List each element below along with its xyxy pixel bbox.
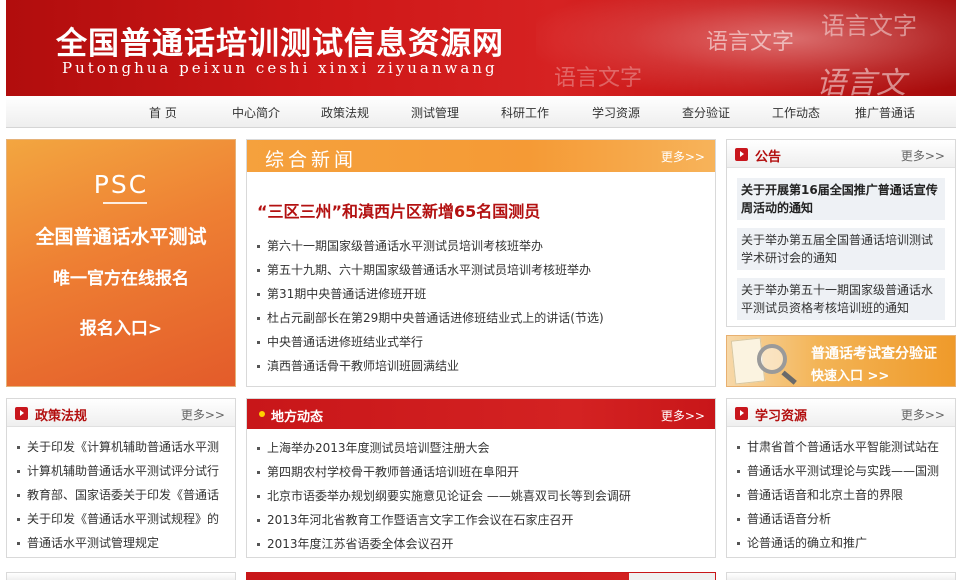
- notice-title: 公告: [755, 150, 782, 165]
- notice-item[interactable]: 关于举办第五届全国普通话培训测试学术研讨会的通知: [737, 228, 945, 270]
- news-title: 综合新闻: [265, 149, 358, 171]
- policy-header: 政策法规 更多>>: [7, 399, 235, 427]
- policy-title: 政策法规: [35, 409, 88, 424]
- nav-promote[interactable]: 推广普通话: [855, 104, 915, 121]
- list-item[interactable]: 计算机辅助普通话水平测试评分试行: [17, 459, 229, 483]
- site-pinyin: Putonghua peixun ceshi xinxi ziyuanwang: [62, 59, 498, 77]
- local-news-title: 地方动态: [271, 410, 324, 425]
- list-item[interactable]: 杜占元副部长在第29期中央普通话进修班结业式上的讲话(节选): [257, 306, 709, 330]
- list-item[interactable]: 滇西普通话骨干教师培训班圆满结业: [257, 354, 709, 378]
- arrow-square-icon: [15, 407, 28, 420]
- local-news-more-link[interactable]: 更多>>: [661, 407, 705, 424]
- list-item[interactable]: 甘肃省首个普通话水平智能测试站在: [737, 435, 949, 459]
- next-panel-top: [6, 572, 236, 580]
- next-panel-tab: [629, 573, 715, 580]
- site-banner: 语言文字 语言文字 语言文字 语言文 全国普通话培训测试信息资源网 Putong…: [6, 0, 956, 96]
- policy-list: 关于印发《计算机辅助普通话水平测 计算机辅助普通话水平测试评分试行 教育部、国家…: [17, 435, 229, 555]
- arrow-square-icon: [735, 148, 748, 161]
- psc-registration-banner[interactable]: PSC 全国普通话水平测试 唯一官方在线报名 报名入口>: [6, 139, 236, 387]
- score-query-title: 普通话考试查分验证: [811, 346, 937, 362]
- list-item[interactable]: 上海举办2013年度测试员培训暨注册大会: [257, 436, 709, 460]
- notice-item[interactable]: 关于开展第16届全国推广普通话宣传周活动的通知: [737, 178, 945, 220]
- news-headline[interactable]: “三区三州”和滇西片区新增65名国测员: [257, 198, 540, 222]
- list-item[interactable]: 2013年河北省教育工作暨语言文字工作会议在石家庄召开: [257, 508, 709, 532]
- policy-more-link[interactable]: 更多>>: [181, 406, 225, 423]
- list-item[interactable]: 第六十一期国家级普通话水平测试员培训考核班举办: [257, 234, 709, 258]
- magnifier-handle-icon: [781, 370, 797, 385]
- main-nav: 首 页 中心简介 政策法规 测试管理 科研工作 学习资源 查分验证 工作动态 推…: [6, 96, 956, 128]
- score-query-banner[interactable]: 普通话考试查分验证 快速入口 >>: [726, 335, 956, 387]
- nav-resources[interactable]: 学习资源: [592, 104, 640, 121]
- arrow-square-icon: [735, 407, 748, 420]
- psc-register-link[interactable]: 报名入口>: [7, 314, 235, 339]
- next-panel-top: [726, 572, 956, 580]
- psc-title: 全国普通话水平测试: [35, 226, 207, 248]
- news-panel: 综合新闻 更多>> “三区三州”和滇西片区新增65名国测员 第六十一期国家级普通…: [246, 139, 716, 387]
- list-item[interactable]: 教育部、国家语委关于印发《普通话: [17, 483, 229, 507]
- notice-more-link[interactable]: 更多>>: [901, 147, 945, 164]
- resources-panel: 学习资源 更多>> 甘肃省首个普通话水平智能测试站在 普通话水平测试理论与实践—…: [726, 398, 956, 558]
- notice-item[interactable]: 关于举办第五十一期国家级普通话水平测试员资格考核培训班的通知: [737, 278, 945, 320]
- banner-calligraphy: 语言文字: [554, 66, 643, 91]
- local-news-header: 地方动态 更多>>: [247, 399, 715, 429]
- notice-header: 公告 更多>>: [727, 140, 955, 168]
- nav-home[interactable]: 首 页: [149, 104, 177, 121]
- list-item[interactable]: 中央普通话进修班结业式举行: [257, 330, 709, 354]
- nav-score-check[interactable]: 查分验证: [682, 104, 730, 121]
- nav-work-news[interactable]: 工作动态: [772, 104, 820, 121]
- notice-panel: 公告 更多>> 关于开展第16届全国推广普通话宣传周活动的通知 关于举办第五届全…: [726, 139, 956, 327]
- list-item[interactable]: 北京市语委举办规划纲要实施意见论证会 ——姚喜双司长等到会调研: [257, 484, 709, 508]
- list-item[interactable]: 2013年度江苏省语委全体会议召开: [257, 532, 709, 556]
- next-panel-top: [246, 572, 716, 580]
- news-header: 综合新闻 更多>>: [247, 140, 715, 172]
- list-item[interactable]: 普通话水平测试管理规定: [17, 531, 229, 555]
- list-item[interactable]: 普通话语音和北京土音的界限: [737, 483, 949, 507]
- nav-policy[interactable]: 政策法规: [321, 104, 369, 121]
- nav-test-management[interactable]: 测试管理: [411, 104, 459, 121]
- list-item[interactable]: 普通话语音分析: [737, 507, 949, 531]
- resources-title: 学习资源: [755, 409, 808, 424]
- local-news-panel: 地方动态 更多>> 上海举办2013年度测试员培训暨注册大会 第四期农村学校骨干…: [246, 398, 716, 558]
- list-item[interactable]: 普通话水平测试理论与实践——国测: [737, 459, 949, 483]
- news-list: 第六十一期国家级普通话水平测试员培训考核班举办 第五十九期、六十期国家级普通话水…: [257, 234, 709, 378]
- policy-panel: 政策法规 更多>> 关于印发《计算机辅助普通话水平测 计算机辅助普通话水平测试评…: [6, 398, 236, 558]
- psc-subtitle: 唯一官方在线报名: [53, 269, 189, 289]
- nav-about[interactable]: 中心简介: [232, 104, 280, 121]
- banner-calligraphy: 语言文: [816, 66, 906, 96]
- psc-logo: PSC: [93, 170, 149, 199]
- site-title: 全国普通话培训测试信息资源网: [56, 26, 504, 62]
- resources-more-link[interactable]: 更多>>: [901, 406, 945, 423]
- list-item[interactable]: 第五十九期、六十期国家级普通话水平测试员培训考核班举办: [257, 258, 709, 282]
- score-query-entry[interactable]: 快速入口 >>: [811, 365, 889, 384]
- nav-research[interactable]: 科研工作: [501, 104, 549, 121]
- psc-logo-underline: [103, 202, 147, 204]
- resources-list: 甘肃省首个普通话水平智能测试站在 普通话水平测试理论与实践——国测 普通话语音和…: [737, 435, 949, 555]
- resources-header: 学习资源 更多>>: [727, 399, 955, 427]
- list-item[interactable]: 第31期中央普通话进修班开班: [257, 282, 709, 306]
- list-item[interactable]: 论普通话的确立和推广: [737, 531, 949, 555]
- news-more-link[interactable]: 更多>>: [661, 148, 705, 165]
- list-item[interactable]: 第四期农村学校骨干教师普通话培训班在阜阳开: [257, 460, 709, 484]
- magnifier-icon: [757, 344, 787, 374]
- bullet-dot-icon: [259, 411, 265, 417]
- banner-calligraphy: 语言文字: [821, 12, 917, 40]
- list-item[interactable]: 关于印发《普通话水平测试规程》的: [17, 507, 229, 531]
- banner-calligraphy: 语言文字: [706, 30, 795, 55]
- list-item[interactable]: 关于印发《计算机辅助普通话水平测: [17, 435, 229, 459]
- local-news-list: 上海举办2013年度测试员培训暨注册大会 第四期农村学校骨干教师普通话培训班在阜…: [257, 436, 709, 556]
